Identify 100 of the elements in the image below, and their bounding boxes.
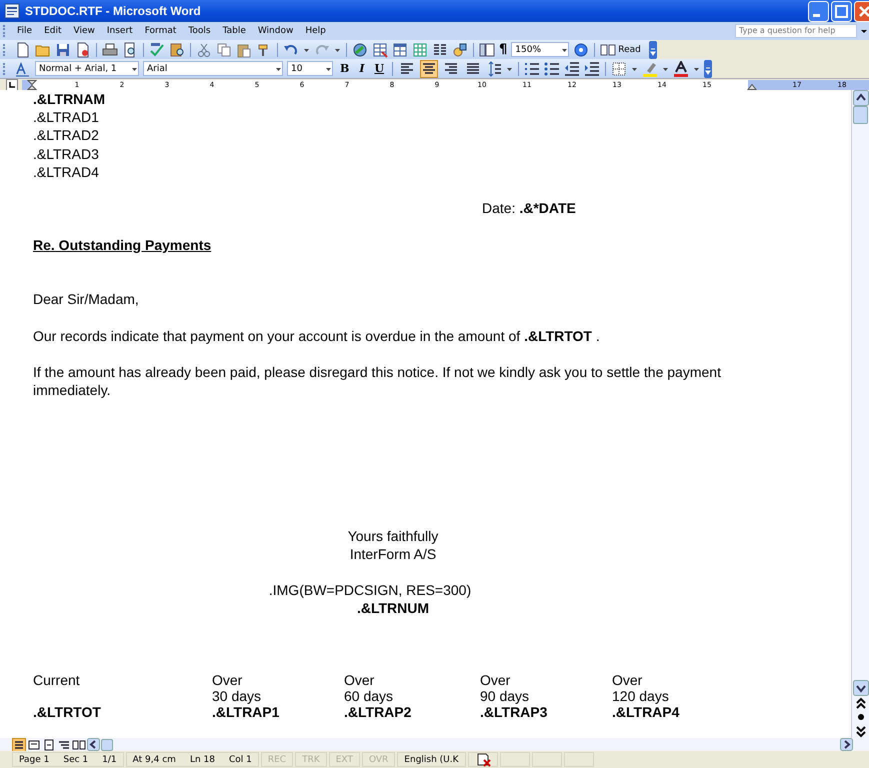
decrease-indent-icon[interactable] bbox=[564, 60, 580, 76]
menu-item[interactable]: Help bbox=[299, 26, 332, 36]
toolbar-options-icon[interactable] bbox=[704, 60, 712, 78]
help-icon[interactable] bbox=[573, 42, 590, 58]
center-button[interactable] bbox=[420, 60, 438, 78]
status-text: Ln 18 bbox=[190, 754, 215, 764]
column-label: Over bbox=[612, 672, 644, 688]
vertical-scrollbar[interactable] bbox=[851, 90, 869, 738]
column-label: Over bbox=[480, 672, 512, 688]
bulleted-list-icon[interactable] bbox=[544, 60, 560, 76]
help-search-field[interactable]: Type a question for help bbox=[735, 24, 857, 38]
letter-text: .&LTRAD3 bbox=[33, 144, 100, 163]
numbered-list-icon[interactable] bbox=[524, 60, 540, 76]
letter-text: .&LTRNAM bbox=[33, 90, 106, 108]
letter-heading: Re. Outstanding Payments bbox=[33, 236, 212, 254]
font-dropdown[interactable]: Arial bbox=[143, 61, 283, 76]
bold-button[interactable]: B bbox=[337, 62, 352, 75]
underline-button[interactable]: U bbox=[371, 62, 388, 75]
column-label: Current bbox=[33, 672, 81, 688]
document-map-icon[interactable] bbox=[479, 42, 495, 58]
column-label: Over bbox=[212, 672, 244, 688]
menu-item[interactable]: Format bbox=[138, 26, 182, 36]
field-code: .&LTRAP3 bbox=[480, 704, 548, 720]
status-text: At 9,4 cm bbox=[132, 754, 176, 764]
status-text: Sec 1 bbox=[63, 754, 88, 764]
scroll-up-button[interactable] bbox=[852, 90, 868, 106]
field-code: .&LTRAP2 bbox=[344, 704, 412, 720]
reading-layout-button[interactable] bbox=[72, 738, 86, 752]
table-pencil-icon[interactable] bbox=[372, 42, 388, 58]
status-text: Page 1 bbox=[19, 754, 50, 764]
column-label: 60 days bbox=[344, 688, 394, 704]
insert-table-icon[interactable] bbox=[392, 42, 408, 58]
web-layout-button[interactable] bbox=[27, 738, 41, 752]
show-formatting-button[interactable]: ¶ bbox=[499, 42, 508, 57]
menu-item[interactable]: Window bbox=[252, 26, 300, 36]
menu-item[interactable]: Edit bbox=[38, 26, 68, 36]
book-icon[interactable] bbox=[600, 42, 616, 58]
book-magnifier-icon[interactable] bbox=[169, 42, 185, 58]
letter-text: Date: .&*DATE bbox=[481, 199, 577, 218]
line-spacing-icon[interactable] bbox=[486, 60, 502, 76]
menu-item[interactable]: Table bbox=[216, 26, 252, 36]
column-label: Over bbox=[344, 672, 376, 688]
word-document-icon bbox=[4, 3, 20, 19]
status-panel bbox=[500, 752, 530, 767]
letter-text: .&LTRAD2 bbox=[33, 126, 100, 145]
read-button[interactable]: Read bbox=[600, 42, 645, 58]
paste-icon[interactable] bbox=[236, 42, 252, 58]
font-color-icon[interactable] bbox=[673, 60, 690, 76]
print-layout-button[interactable] bbox=[42, 738, 56, 752]
italic-button[interactable]: I bbox=[356, 62, 368, 75]
save-icon[interactable] bbox=[55, 42, 71, 58]
letter-text: .&LTRAD1 bbox=[33, 108, 100, 126]
scroll-left-button[interactable] bbox=[87, 738, 100, 751]
borders-icon[interactable] bbox=[611, 60, 628, 76]
spelling-status-icon bbox=[474, 752, 491, 768]
zoom-dropdown[interactable]: 150% bbox=[511, 42, 570, 57]
scroll-thumb[interactable] bbox=[853, 106, 868, 124]
letter-text: .&LTRAD4 bbox=[33, 162, 100, 182]
scroll-right-button[interactable] bbox=[840, 738, 853, 751]
close-button[interactable] bbox=[854, 0, 869, 22]
letter-text: Yours faithfully bbox=[346, 526, 440, 545]
menu-item[interactable]: View bbox=[68, 26, 101, 36]
print-icon[interactable] bbox=[102, 42, 118, 58]
font-size-dropdown[interactable]: 10 bbox=[287, 61, 333, 76]
maximize-button[interactable] bbox=[831, 0, 852, 22]
permission-icon[interactable] bbox=[75, 42, 91, 58]
style-dropdown[interactable]: Normal + Arial, 1 bbox=[35, 61, 139, 76]
columns-icon[interactable] bbox=[432, 42, 448, 58]
normal-view-button[interactable] bbox=[12, 738, 26, 752]
copy-icon[interactable] bbox=[216, 42, 232, 58]
status-text: OVR bbox=[368, 754, 388, 764]
letter-text: .IMG(BW=PDCSIGN, RES=300) bbox=[268, 581, 472, 600]
column-label: 120 days bbox=[612, 688, 670, 704]
increase-indent-icon[interactable] bbox=[584, 60, 600, 76]
shapes-icon[interactable] bbox=[452, 42, 468, 58]
menu-item[interactable]: Tools bbox=[182, 26, 217, 36]
status-text: Col 1 bbox=[228, 754, 252, 764]
cut-icon[interactable] bbox=[196, 42, 212, 58]
minimize-button[interactable] bbox=[808, 0, 829, 22]
letter-text: Our records indicate that payment on your account is overdue in the amount of .&LTRTOT . bbox=[33, 326, 601, 345]
status-panel bbox=[532, 752, 562, 767]
letter-text: Dear Sir/Madam, bbox=[33, 290, 140, 308]
status-text: TRK bbox=[302, 754, 320, 764]
menu-item[interactable]: File bbox=[11, 26, 38, 36]
letter-text: If the amount has already been paid, please disregard this notice. If not we kindly ask you to settle the payment immediately. bbox=[33, 362, 722, 400]
field-code: .&LTRTOT bbox=[33, 704, 102, 720]
styles-pane-icon[interactable] bbox=[15, 60, 31, 76]
window-title: STDDOC.RTF - Microsoft Word bbox=[25, 4, 201, 18]
status-panel bbox=[564, 752, 594, 767]
scroll-down-button[interactable] bbox=[852, 680, 868, 696]
spelling-check-icon[interactable] bbox=[149, 42, 165, 58]
field-code: .&LTRAP4 bbox=[612, 704, 680, 720]
status-text: REC bbox=[268, 754, 286, 764]
status-text: English (U.K bbox=[404, 754, 459, 764]
toolbar-options-icon[interactable] bbox=[648, 40, 657, 58]
tab-selector-icon[interactable] bbox=[6, 78, 18, 90]
hyperlink-globe-icon[interactable] bbox=[352, 42, 368, 58]
scroll-thumb[interactable] bbox=[101, 738, 113, 750]
menu-item[interactable]: Insert bbox=[100, 26, 139, 36]
field-code: .&LTRAP1 bbox=[212, 704, 280, 720]
